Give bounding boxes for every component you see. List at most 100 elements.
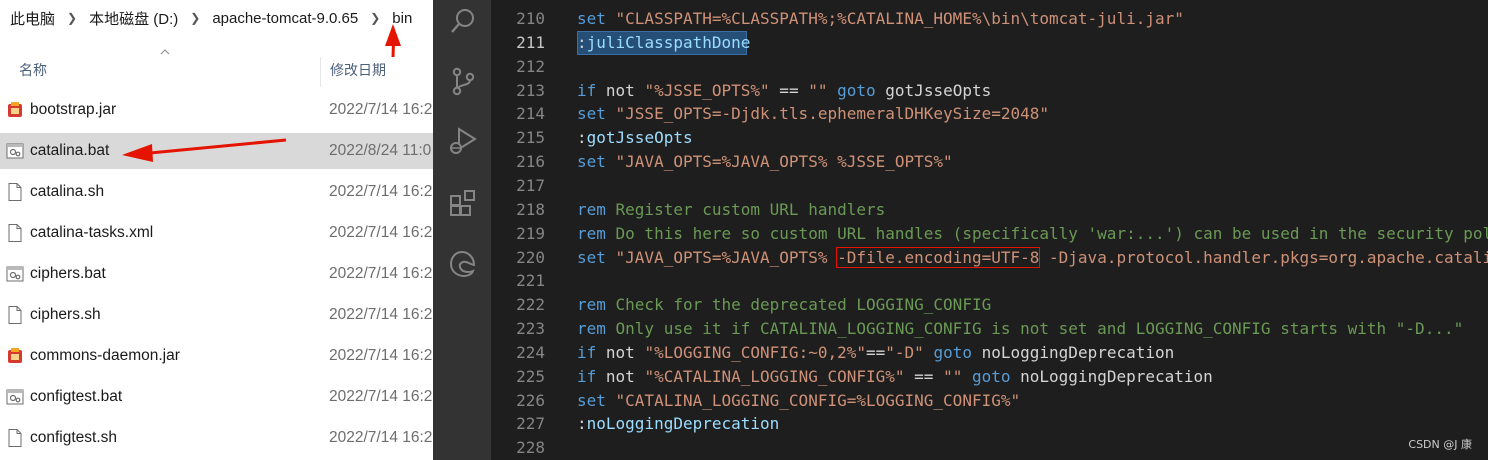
breadcrumb-local-disk[interactable]: 本地磁盘 (D:) [89, 8, 178, 29]
code-token: set [577, 247, 616, 267]
code-line[interactable]: 217 [491, 174, 1488, 198]
breadcrumb-tomcat[interactable]: apache-tomcat-9.0.65 [212, 10, 358, 27]
file-icon [5, 182, 25, 202]
line-number: 212 [516, 56, 545, 76]
file-row[interactable]: bootstrap.jar 2022/7/14 16:2 [0, 92, 433, 128]
edge-icon[interactable] [448, 248, 478, 278]
bat-file-icon [5, 264, 25, 284]
file-name: commons-daemon.jar [30, 347, 180, 364]
line-text: :noLoggingDeprecation [577, 412, 779, 436]
file-row[interactable]: ciphers.bat 2022/7/14 16:2 [0, 256, 433, 292]
column-name[interactable]: 名称 [19, 60, 47, 80]
file-row[interactable]: configtest.bat 2022/7/14 16:2 [0, 379, 433, 415]
code-token: "CATALINA_LOGGING_CONFIG=%LOGGING_CONFIG… [615, 390, 1021, 410]
line-number: 225 [516, 366, 545, 386]
line-number: 215 [516, 128, 545, 148]
code-line[interactable]: 220 set "JAVA_OPTS=%JAVA_OPTS% -Dfile.enc… [491, 246, 1488, 270]
code-token: if [577, 80, 606, 100]
code-line[interactable]: 219 rem Do this here so custom URL handle… [491, 222, 1488, 246]
line-number: 211 [516, 32, 545, 52]
code-line[interactable]: 210 set "CLASSPATH=%CLASSPATH%;%CATALINA_… [491, 7, 1488, 31]
line-text: if not "%JSSE_OPTS%" == "" goto gotJsseO… [577, 79, 991, 103]
file-date-modified: 2022/7/14 16:2 [329, 388, 433, 405]
search-icon[interactable] [448, 6, 478, 36]
line-text: set "JAVA_OPTS=%JAVA_OPTS% %JSSE_OPTS%" [577, 150, 953, 174]
line-number: 228 [516, 438, 545, 458]
file-date-modified: 2022/7/14 16:2 [329, 306, 433, 323]
code-token: set [577, 152, 616, 172]
file-date-modified: 2022/7/14 16:2 [329, 429, 433, 446]
file-row[interactable]: ciphers.sh 2022/7/14 16:2 [0, 297, 433, 333]
code-line[interactable]: 211 :juliClasspathDone [491, 31, 1488, 55]
file-row[interactable]: configtest.sh 2022/7/14 16:2 [0, 420, 433, 456]
code-token: "%CATALINA_LOGGING_CONFIG%" [644, 366, 905, 386]
file-date-modified: 2022/7/14 16:2 [329, 224, 433, 241]
code-token: gotJsseOpts [885, 80, 992, 100]
file-row[interactable]: catalina.sh 2022/7/14 16:2 [0, 174, 433, 210]
code-token: : [577, 128, 587, 148]
code-line[interactable]: 226 set "CATALINA_LOGGING_CONFIG=%LOGGING… [491, 389, 1488, 413]
file-date-modified: 2022/8/24 11:0 [329, 142, 432, 159]
breadcrumb-bin[interactable]: bin [392, 10, 412, 27]
code-line[interactable]: 214 set "JSSE_OPTS=-Djdk.tls.ephemeralDHK… [491, 102, 1488, 126]
code-token: Register custom URL handlers [615, 199, 886, 219]
code-line[interactable]: 212 [491, 55, 1488, 79]
code-token: Check for the deprecated LOGGING_CONFIG [615, 295, 992, 315]
file-row[interactable]: commons-daemon.jar 2022/7/14 16:2 [0, 338, 433, 374]
line-text: :gotJsseOpts [577, 126, 693, 150]
file-date-modified: 2022/7/14 16:2 [329, 183, 433, 200]
column-date-modified[interactable]: 修改日期 [330, 60, 386, 80]
code-token: Only use it if CATALINA_LOGGING_CONFIG i… [615, 319, 1464, 339]
code-token: not [605, 80, 645, 100]
code-token: goto [971, 366, 1021, 386]
code-token: goto [837, 80, 886, 100]
code-editor[interactable]: 210 set "CLASSPATH=%CLASSPATH%;%CATALINA_… [491, 0, 1488, 460]
breadcrumb-this-pc[interactable]: 此电脑 [10, 8, 55, 29]
code-token: : [577, 414, 587, 434]
line-number: 224 [516, 342, 545, 362]
file-name: catalina.sh [30, 183, 105, 200]
file-icon [5, 305, 25, 325]
code-editor-window: 210 set "CLASSPATH=%CLASSPATH%;%CATALINA_… [433, 0, 1488, 460]
code-line[interactable]: 213 if not "%JSSE_OPTS%" == "" goto gotJs… [491, 79, 1488, 103]
line-number: 214 [516, 104, 545, 124]
line-text: set "JAVA_OPTS=%JAVA_OPTS% -Dfile.encodi… [577, 246, 1488, 270]
code-token: == [904, 366, 944, 386]
code-line[interactable]: 222 rem Check for the deprecated LOGGING_… [491, 293, 1488, 317]
code-token: == [769, 80, 809, 100]
code-line[interactable]: 216 set "JAVA_OPTS=%JAVA_OPTS% %JSSE_OPTS… [491, 150, 1488, 174]
line-number: 219 [516, 223, 545, 243]
line-text: set "CLASSPATH=%CLASSPATH%;%CATALINA_HOM… [577, 7, 1184, 31]
code-token: not [605, 366, 645, 386]
file-name: configtest.bat [30, 388, 123, 405]
code-line[interactable]: 224 if not "%LOGGING_CONFIG:~0,2%"=="-D" … [491, 341, 1488, 365]
code-token: "JSSE_OPTS=-Djdk.tls.ephemeralDHKeySize=… [615, 104, 1050, 124]
code-line[interactable]: 215:gotJsseOpts [491, 126, 1488, 150]
code-line[interactable]: 228 [491, 436, 1488, 460]
file-row[interactable]: catalina.bat 2022/8/24 11:0 [0, 133, 433, 169]
line-text: rem Do this here so custom URL handles (… [577, 222, 1488, 246]
file-row[interactable]: catalina-tasks.xml 2022/7/14 16:2 [0, 215, 433, 251]
run-debug-icon[interactable] [448, 126, 478, 156]
code-token: if [577, 366, 606, 386]
column-divider[interactable] [320, 57, 321, 87]
file-date-modified: 2022/7/14 16:2 [329, 101, 433, 118]
code-line[interactable]: 225 if not "%CATALINA_LOGGING_CONFIG%" ==… [491, 365, 1488, 389]
file-name: configtest.sh [30, 429, 118, 446]
code-line[interactable]: 218 rem Register custom URL handlers [491, 198, 1488, 222]
line-number: 217 [516, 175, 545, 195]
file-date-modified: 2022/7/14 16:2 [329, 347, 433, 364]
line-text: :juliClasspathDone [577, 31, 750, 55]
bat-file-icon [5, 141, 25, 161]
jar-icon [5, 100, 25, 120]
extensions-icon[interactable] [448, 188, 478, 218]
code-line[interactable]: 221 [491, 269, 1488, 293]
code-line[interactable]: 223 rem Only use it if CATALINA_LOGGING_C… [491, 317, 1488, 341]
code-line[interactable]: 227:noLoggingDeprecation [491, 412, 1488, 436]
file-name: ciphers.bat [30, 265, 106, 282]
line-number: 221 [516, 271, 545, 291]
code-token: gotJsseOpts [586, 128, 693, 148]
source-control-icon[interactable] [448, 66, 478, 96]
code-token: "CLASSPATH=%CLASSPATH%;%CATALINA_HOME%\b… [615, 9, 1184, 28]
